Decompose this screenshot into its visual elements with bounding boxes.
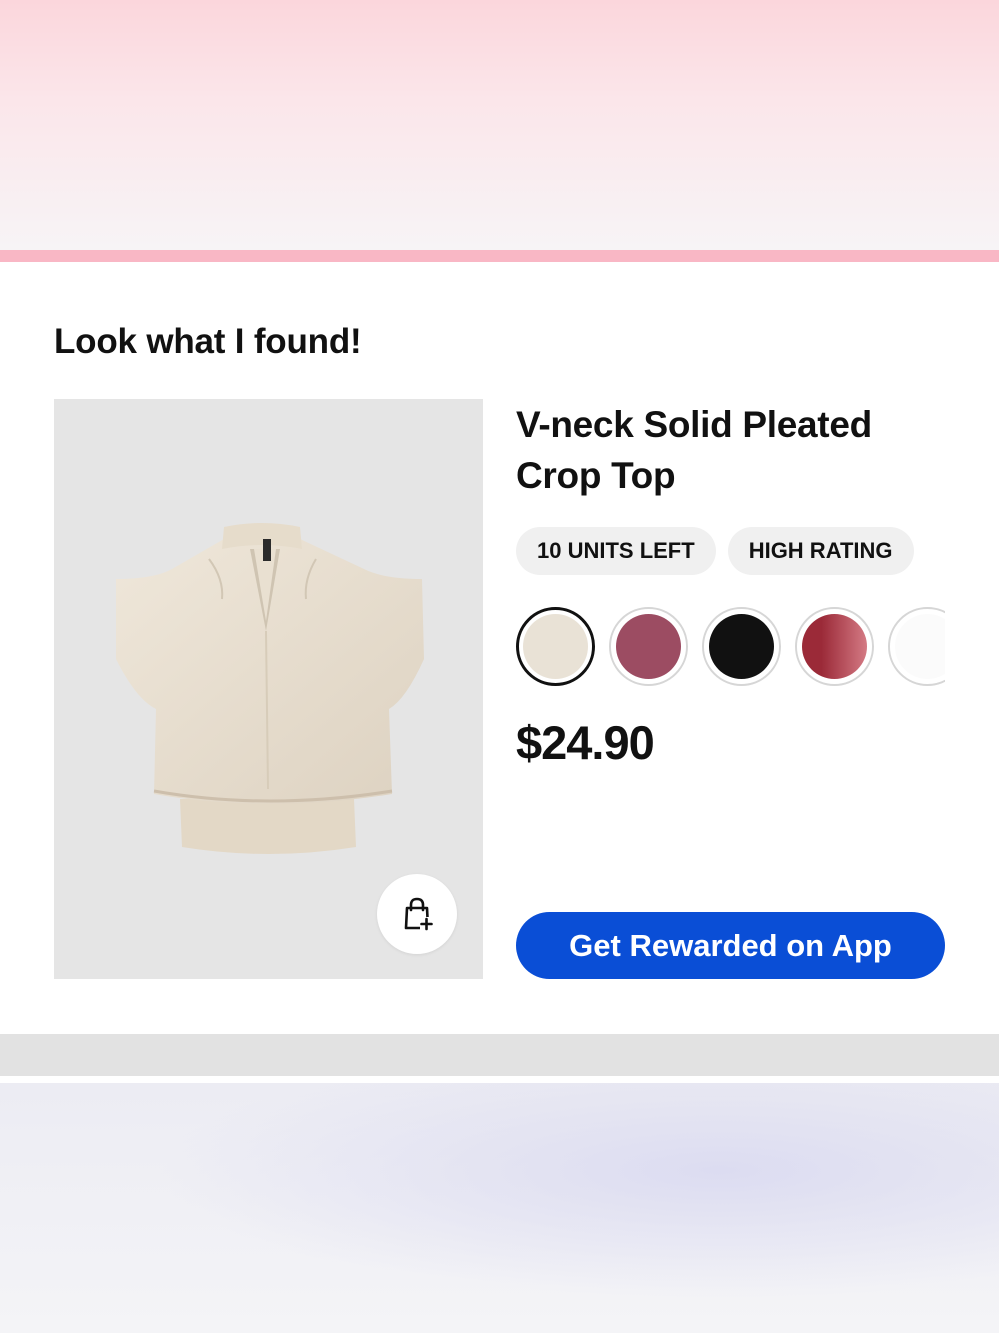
color-swatch-burgundy[interactable] <box>795 607 874 686</box>
swatch-fill <box>895 614 945 679</box>
product-info: V-neck Solid Pleated Crop Top 10 UNITS L… <box>516 399 956 770</box>
product-price: $24.90 <box>516 716 655 769</box>
bottom-background-band <box>0 1083 999 1333</box>
card-headline: Look what I found! <box>54 322 362 361</box>
get-rewarded-button[interactable]: Get Rewarded on App <box>516 912 945 979</box>
color-swatch-black[interactable] <box>702 607 781 686</box>
swatch-fill <box>616 614 681 679</box>
shopping-bag-plus-icon <box>404 897 433 931</box>
color-swatch-list <box>516 607 945 687</box>
swatch-fill <box>523 614 588 679</box>
pink-divider <box>0 250 999 262</box>
gray-divider-band <box>0 1034 999 1076</box>
stock-badge: 10 UNITS LEFT <box>516 527 716 575</box>
add-to-cart-button[interactable] <box>377 874 457 954</box>
swatch-fill <box>802 614 867 679</box>
swatch-fill <box>709 614 774 679</box>
white-gap <box>0 1076 999 1083</box>
product-image[interactable] <box>54 399 483 979</box>
top-background-band <box>0 0 999 250</box>
color-swatch-white[interactable] <box>888 607 945 686</box>
product-badges: 10 UNITS LEFT HIGH RATING <box>516 527 956 575</box>
rating-badge: HIGH RATING <box>727 527 914 575</box>
product-title: V-neck Solid Pleated Crop Top <box>516 404 872 496</box>
product-share-card: Look what I found! V-neck Solid Pleated … <box>0 262 999 1034</box>
color-swatch-mauve[interactable] <box>609 607 688 686</box>
color-swatch-cream[interactable] <box>516 607 595 686</box>
